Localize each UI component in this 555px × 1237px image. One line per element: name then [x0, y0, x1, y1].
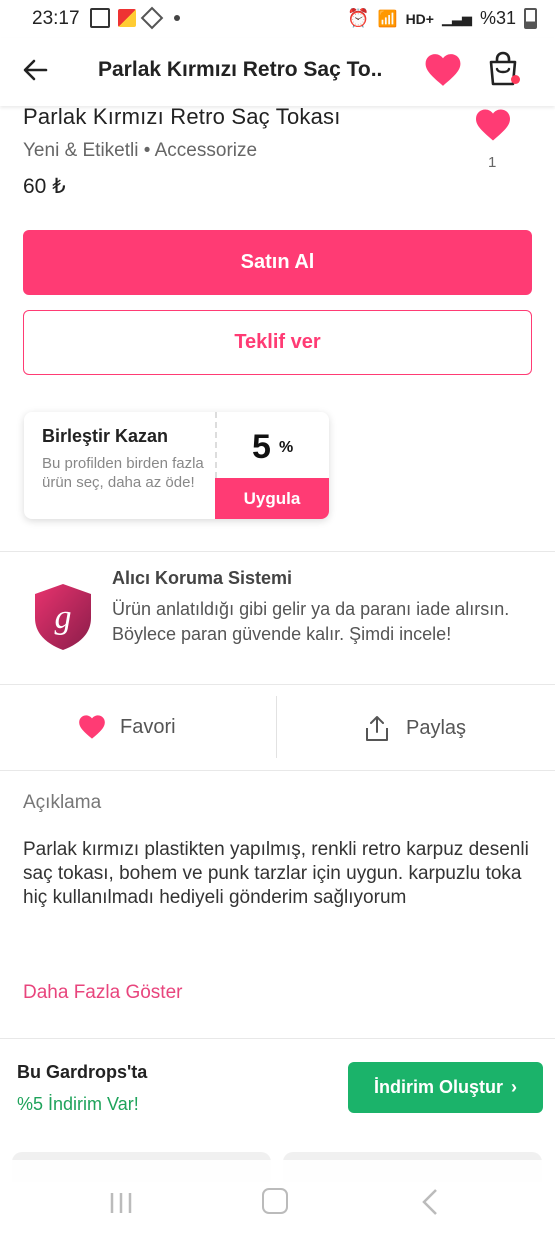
cart-badge: [511, 75, 520, 84]
dot-icon: [174, 15, 180, 21]
like-heart-icon[interactable]: [474, 108, 512, 142]
nav-back-icon[interactable]: [420, 1188, 440, 1216]
system-navigation-bar: [0, 1160, 555, 1237]
gallery-icon: [90, 8, 110, 28]
bundle-title: Birleştir Kazan: [42, 426, 169, 446]
bundle-discount-value: 5: [252, 428, 271, 466]
share-icon: [366, 716, 388, 741]
like-count: 1: [488, 154, 497, 171]
cart-button[interactable]: [486, 51, 520, 92]
top-app-bar: Parlak Kırmızı Retro Saç To..: [0, 38, 555, 106]
battery-level: %31: [479, 8, 516, 28]
make-offer-button[interactable]: Teklif ver: [23, 310, 532, 375]
recent-apps-icon[interactable]: [108, 1190, 134, 1216]
product-condition-brand: Yeni & Etiketli • Accessorize: [23, 140, 258, 161]
status-bar: 23:17 ⏰ 📶 HD+ ▁▃▅ %31: [0, 0, 555, 38]
header-title: Parlak Kırmızı Retro Saç To..: [98, 58, 383, 81]
show-more-link[interactable]: Daha Fazla Göster: [23, 982, 182, 1004]
status-time: 23:17: [32, 8, 80, 29]
bundle-discount-card: Birleştir Kazan Bu profilden birden fazl…: [24, 412, 329, 519]
shield-letter: g: [55, 599, 72, 636]
description-label: Açıklama: [23, 792, 102, 813]
apply-button[interactable]: Uygula: [215, 478, 329, 519]
heart-icon: [79, 715, 105, 739]
dashed-divider: [215, 412, 217, 478]
protection-description[interactable]: Ürün anlatıldığı gibi gelir ya da paranı…: [112, 597, 532, 647]
share-button[interactable]: Paylaş: [364, 714, 466, 742]
back-arrow-icon[interactable]: [20, 54, 52, 86]
home-icon[interactable]: [262, 1188, 288, 1214]
network-type: HD+: [405, 10, 434, 27]
share-label: Paylaş: [406, 716, 467, 739]
favorite-heart-icon[interactable]: [424, 52, 462, 88]
status-right: ⏰ 📶 HD+ ▁▃▅ %31: [347, 8, 537, 29]
tag-icon: [140, 6, 164, 30]
section-divider: [0, 551, 555, 552]
chevron-right-icon: ›: [511, 1077, 517, 1097]
create-discount-button[interactable]: İndirim Oluştur ›: [348, 1062, 543, 1113]
create-discount-label: İndirim Oluştur: [373, 1077, 503, 1097]
signal-icon: ▁▃▅: [441, 10, 472, 26]
notification-icons: [90, 6, 180, 30]
app-icon: [118, 9, 136, 27]
description-text: Parlak kırmızı plastikten yapılmış, renk…: [23, 839, 529, 908]
vertical-divider: [276, 696, 277, 758]
section-divider: [0, 770, 555, 771]
protection-title: Alıcı Koruma Sistemi: [112, 568, 293, 588]
gardrops-shield-logo-icon: g: [35, 584, 91, 650]
favorite-label: Favori: [120, 715, 176, 738]
wifi-icon: 📶: [377, 10, 398, 28]
closet-title: Bu Gardrops'ta: [17, 1062, 148, 1082]
buy-button[interactable]: Satın Al: [23, 230, 532, 295]
alarm-icon: ⏰: [347, 8, 370, 28]
bundle-description: Bu profilden birden fazla ürün seç, daha…: [42, 455, 204, 491]
closet-discount-info: %5 İndirim Var!: [17, 1094, 139, 1114]
social-actions-row: Favori Paylaş: [0, 684, 555, 770]
favorite-button[interactable]: Favori: [78, 714, 176, 740]
product-price: 60 ₺: [23, 175, 66, 198]
percent-sign: %: [279, 439, 294, 456]
section-divider: [0, 1038, 555, 1039]
battery-icon: [524, 8, 537, 29]
product-title: Parlak Kırmızı Retro Saç Tokası: [23, 104, 341, 129]
